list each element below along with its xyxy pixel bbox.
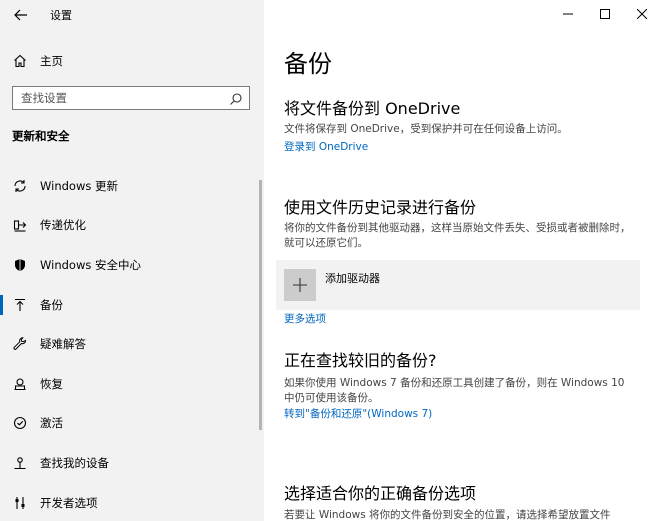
sidebar-item-label: 传递优化 xyxy=(40,218,86,233)
sidebar-item-delivery-optimization[interactable]: 传递优化 xyxy=(0,206,264,246)
onedrive-description: 文件将保存到 OneDrive，受到保护并可在任何设备上访问。 xyxy=(284,123,568,135)
maximize-icon xyxy=(599,9,610,19)
choose-backup-description: 若要让 Windows 将你的文件备份到安全的位置，请选择希望放置文件 xyxy=(284,509,611,521)
back-button[interactable] xyxy=(10,4,32,26)
sidebar-item-windows-security[interactable]: Windows 安全中心 xyxy=(0,245,264,285)
sidebar-item-label: 备份 xyxy=(40,297,63,312)
main-content: 备份 将文件备份到 OneDrive 文件将保存到 OneDrive，受到保护并… xyxy=(264,0,660,521)
sidebar-item-label: 激活 xyxy=(40,416,63,431)
page-title: 备份 xyxy=(284,50,332,78)
more-options-link[interactable]: 更多选项 xyxy=(284,311,326,326)
choose-backup-heading: 选择适合你的正确备份选项 xyxy=(284,484,477,503)
app-title: 设置 xyxy=(50,9,72,22)
back-arrow-icon xyxy=(14,9,27,21)
sidebar-item-label: 开发者选项 xyxy=(40,495,98,510)
backup-restore-link[interactable]: 转到"备份和还原"(Windows 7) xyxy=(284,406,432,421)
recovery-icon xyxy=(0,377,40,391)
sidebar-item-activation[interactable]: 激活 xyxy=(0,404,264,444)
search-icon[interactable] xyxy=(229,91,243,110)
older-backup-heading: 正在查找较旧的备份? xyxy=(284,351,437,370)
nav-list: Windows 更新 传递优化 Windows 安全中心 备份 疑难解答 恢复 … xyxy=(0,166,264,521)
sidebar-item-backup[interactable]: 备份 xyxy=(0,285,264,325)
add-drive-label: 添加驱动器 xyxy=(325,272,380,285)
wrench-icon xyxy=(0,337,40,351)
file-history-description: 将你的文件备份到其他驱动器，这样当原始文件丢失、受损或者被删除时，就可以还原它们… xyxy=(284,222,631,249)
onedrive-heading: 将文件备份到 OneDrive xyxy=(284,99,461,118)
sidebar-item-label: Windows 安全中心 xyxy=(40,257,141,272)
sidebar-item-recovery[interactable]: 恢复 xyxy=(0,364,264,404)
sidebar-item-troubleshoot[interactable]: 疑难解答 xyxy=(0,324,264,364)
older-backup-description: 如果你使用 Windows 7 备份和还原工具创建了备份，则在 Windows … xyxy=(284,377,625,404)
home-icon xyxy=(0,54,40,68)
sidebar: 设置 主页 更新和安全 Windows 更新 xyxy=(0,0,264,521)
sidebar-item-label: 查找我的设备 xyxy=(40,455,109,470)
delivery-optimization-icon xyxy=(0,218,40,232)
backup-arrow-icon xyxy=(0,298,40,312)
sidebar-item-find-my-device[interactable]: 查找我的设备 xyxy=(0,443,264,483)
sidebar-item-label: Windows 更新 xyxy=(40,178,118,193)
maximize-button[interactable] xyxy=(586,0,623,28)
window-controls xyxy=(549,0,660,28)
section-title: 更新和安全 xyxy=(12,129,70,143)
developer-sliders-icon xyxy=(0,496,40,510)
search-box[interactable] xyxy=(12,86,250,110)
active-indicator xyxy=(0,294,3,315)
sidebar-item-label: 疑难解答 xyxy=(40,337,86,352)
sidebar-item-windows-update[interactable]: Windows 更新 xyxy=(0,166,264,206)
add-drive-button[interactable]: 添加驱动器 xyxy=(276,260,640,310)
close-icon xyxy=(636,9,647,19)
sidebar-scrollbar[interactable] xyxy=(259,180,262,430)
plus-icon xyxy=(284,269,316,301)
sidebar-item-label: 恢复 xyxy=(40,376,63,391)
onedrive-sign-in-link[interactable]: 登录到 OneDrive xyxy=(284,139,368,154)
search-input[interactable] xyxy=(21,91,221,105)
title-bar: 设置 xyxy=(0,0,264,30)
activation-check-icon xyxy=(0,416,40,430)
close-button[interactable] xyxy=(623,0,660,28)
home-label: 主页 xyxy=(40,54,63,68)
sync-icon xyxy=(0,179,40,193)
minimize-icon xyxy=(562,13,573,15)
file-history-heading: 使用文件历史记录进行备份 xyxy=(284,198,477,217)
sidebar-item-developer-options[interactable]: 开发者选项 xyxy=(0,483,264,521)
find-device-icon xyxy=(0,456,40,470)
minimize-button[interactable] xyxy=(549,0,586,28)
shield-icon xyxy=(0,258,40,272)
nav-home[interactable]: 主页 xyxy=(0,48,264,74)
